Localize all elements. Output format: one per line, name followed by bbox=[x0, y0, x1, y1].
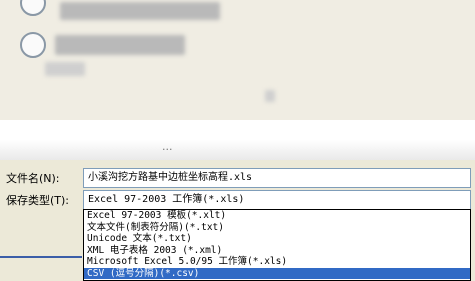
filetype-select[interactable]: Excel 97-2003 工作簿(*.xls) bbox=[83, 190, 471, 210]
filetype-dropdown-list: Excel 97-2003 模板(*.xlt) 文本文件(制表符分隔)(*.tx… bbox=[83, 209, 471, 281]
divider-strip bbox=[0, 140, 475, 160]
ellipsis-text: ... bbox=[162, 140, 173, 153]
dropdown-option-selected[interactable]: CSV (逗号分隔)(*.csv) bbox=[84, 267, 470, 279]
radio-button[interactable] bbox=[20, 0, 46, 16]
dropdown-option[interactable]: 文本文件(制表符分隔)(*.txt) bbox=[84, 222, 470, 234]
dropdown-option[interactable]: Excel 97-2003 模板(*.xlt) bbox=[84, 210, 470, 222]
dropdown-option[interactable]: Unicode 文本(*.txt) bbox=[84, 233, 470, 245]
dropdown-option[interactable]: XML 电子表格 2003 (*.xml) bbox=[84, 245, 470, 257]
filetype-label: 保存类型(T): bbox=[6, 194, 70, 207]
blurred-text bbox=[265, 90, 275, 102]
divider-line bbox=[0, 256, 82, 258]
radio-button[interactable] bbox=[20, 32, 46, 58]
blurred-text bbox=[60, 2, 220, 20]
filename-input[interactable]: 小溪沟挖方路基中边桩坐标高程.xls bbox=[83, 168, 471, 188]
blurred-options-area bbox=[0, 0, 475, 120]
blurred-text bbox=[55, 35, 185, 55]
filename-label: 文件名(N): bbox=[6, 172, 60, 185]
dropdown-option[interactable]: Microsoft Excel 5.0/95 工作簿(*.xls) bbox=[84, 256, 470, 268]
blurred-text bbox=[45, 62, 85, 76]
